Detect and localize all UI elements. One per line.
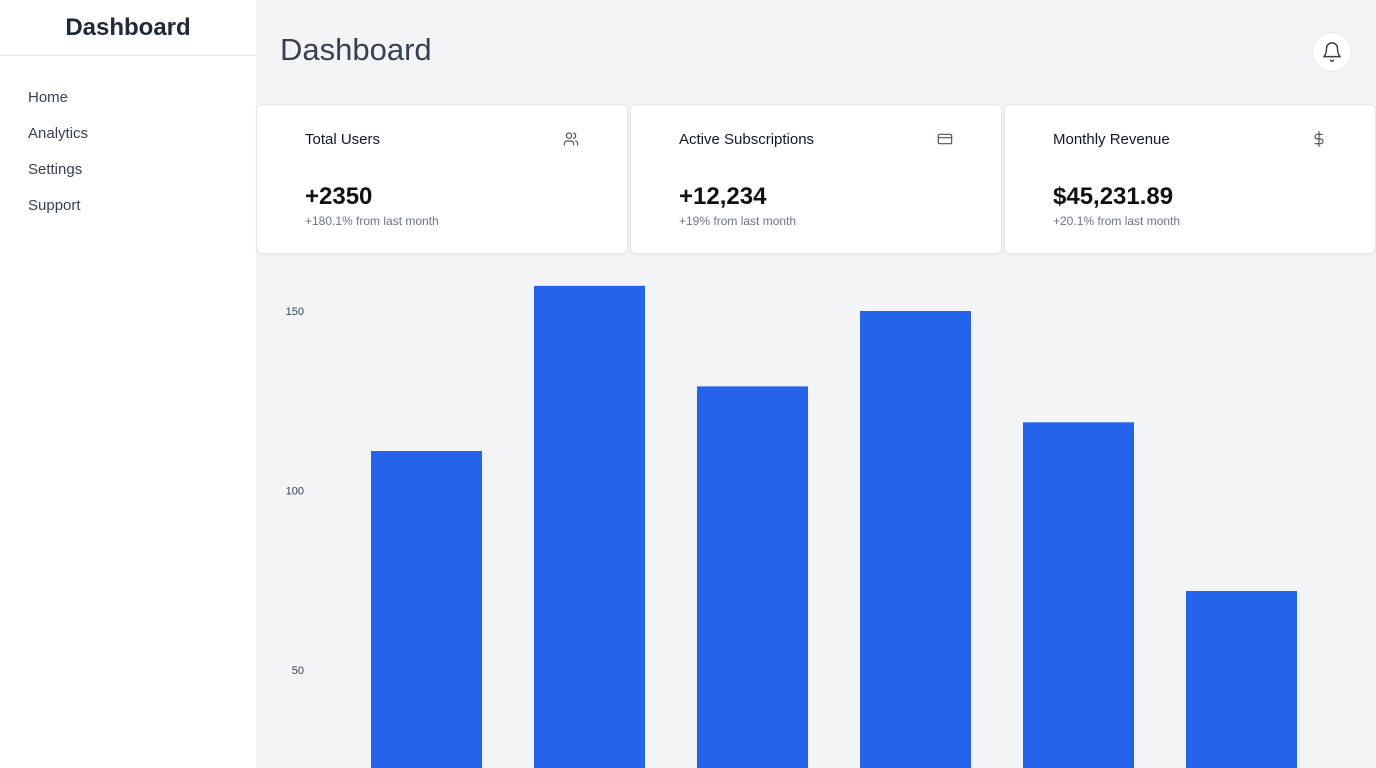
sidebar-brand: Dashboard bbox=[0, 0, 256, 56]
bar[interactable] bbox=[860, 311, 971, 768]
card-title: Active Subscriptions bbox=[679, 131, 815, 148]
stat-card-total-users: Total Users +2350 +180.1% from last mont… bbox=[256, 104, 628, 254]
y-tick-label: 100 bbox=[286, 486, 304, 498]
sidebar: Dashboard Home Analytics Settings Suppor… bbox=[0, 0, 256, 768]
sidebar-nav: Home Analytics Settings Support bbox=[0, 56, 256, 224]
card-subtext: +20.1% from last month bbox=[1053, 214, 1181, 228]
card-value: +12,234 bbox=[679, 183, 767, 210]
bar[interactable] bbox=[1186, 591, 1297, 768]
stat-cards: Total Users +2350 +180.1% from last mont… bbox=[256, 104, 1376, 254]
notifications-button[interactable] bbox=[1312, 32, 1352, 72]
bell-icon bbox=[1321, 41, 1343, 63]
bar[interactable] bbox=[697, 386, 808, 768]
sidebar-item-support[interactable]: Support bbox=[0, 188, 256, 224]
page-title: Dashboard bbox=[280, 32, 432, 67]
card-value: $45,231.89 bbox=[1053, 183, 1174, 210]
y-tick-label: 50 bbox=[292, 665, 304, 677]
bar-chart-svg: 150 100 50 bbox=[286, 285, 1297, 768]
bar[interactable] bbox=[1023, 422, 1134, 768]
stat-card-monthly-revenue: Monthly Revenue $45,231.89 +20.1% from l… bbox=[1004, 104, 1376, 254]
bar-chart: 150 100 50 bbox=[256, 254, 1376, 768]
card-subtext: +19% from last month bbox=[679, 214, 797, 228]
card-value: +2350 bbox=[305, 183, 373, 210]
card-title: Monthly Revenue bbox=[1053, 131, 1170, 148]
card-subtext: +180.1% from last month bbox=[305, 214, 439, 228]
credit-card-icon bbox=[937, 131, 953, 147]
sidebar-item-settings[interactable]: Settings bbox=[0, 152, 256, 188]
card-title: Total Users bbox=[305, 131, 381, 148]
users-icon bbox=[563, 131, 579, 147]
sidebar-item-analytics[interactable]: Analytics bbox=[0, 116, 256, 152]
bar[interactable] bbox=[371, 451, 482, 768]
dollar-icon bbox=[1311, 131, 1327, 147]
y-tick-label: 150 bbox=[286, 306, 304, 318]
bar[interactable] bbox=[534, 285, 645, 768]
stat-card-active-subscriptions: Active Subscriptions +12,234 +19% from l… bbox=[630, 104, 1002, 254]
main-content: Dashboard Total Users +2350 +180.1% from… bbox=[256, 0, 1376, 768]
sidebar-item-home[interactable]: Home bbox=[0, 80, 256, 116]
